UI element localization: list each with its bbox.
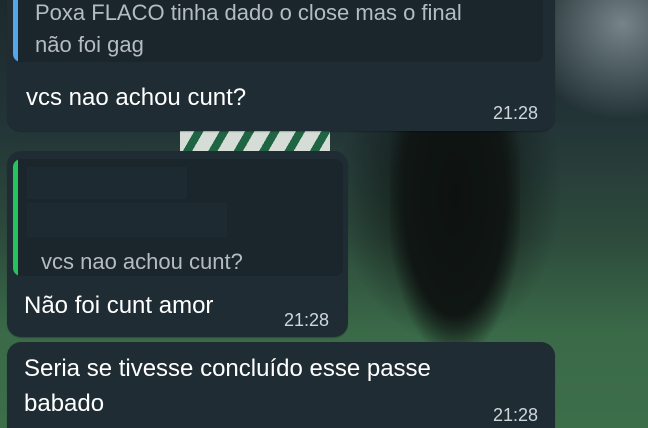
message-timestamp: 21:28 [284,310,330,330]
message-bubble[interactable]: vcs nao achou cunt? Não foi cunt amor 21… [7,151,348,337]
redacted-area [27,203,227,237]
message-text-line2: babado [24,390,105,417]
redacted-area [27,167,187,199]
message-bubble[interactable]: Seria se tivesse concluído esse passe ba… [7,342,555,428]
quoted-message-text: vcs nao achou cunt? [41,249,243,274]
quoted-message[interactable]: vcs nao achou cunt? [13,159,343,276]
quote-accent-bar [13,159,18,276]
message-bubble[interactable]: Poxa FLACO tinha dado o close mas o fina… [7,0,555,131]
message-text: Não foi cunt amor [24,292,214,319]
quoted-message[interactable]: Poxa FLACO tinha dado o close mas o fina… [13,0,543,62]
quoted-message-text-line1: Poxa FLACO tinha dado o close mas o fina… [35,0,462,25]
message-text: vcs nao achou cunt? [26,84,247,111]
quote-accent-bar [13,0,18,62]
chat-screen: Poxa FLACO tinha dado o close mas o fina… [0,0,648,428]
quoted-message-text-line2: não foi gag [35,32,144,57]
message-timestamp: 21:28 [493,405,539,425]
message-text-line1: Seria se tivesse concluído esse passe [24,355,431,382]
message-timestamp: 21:28 [493,103,539,123]
